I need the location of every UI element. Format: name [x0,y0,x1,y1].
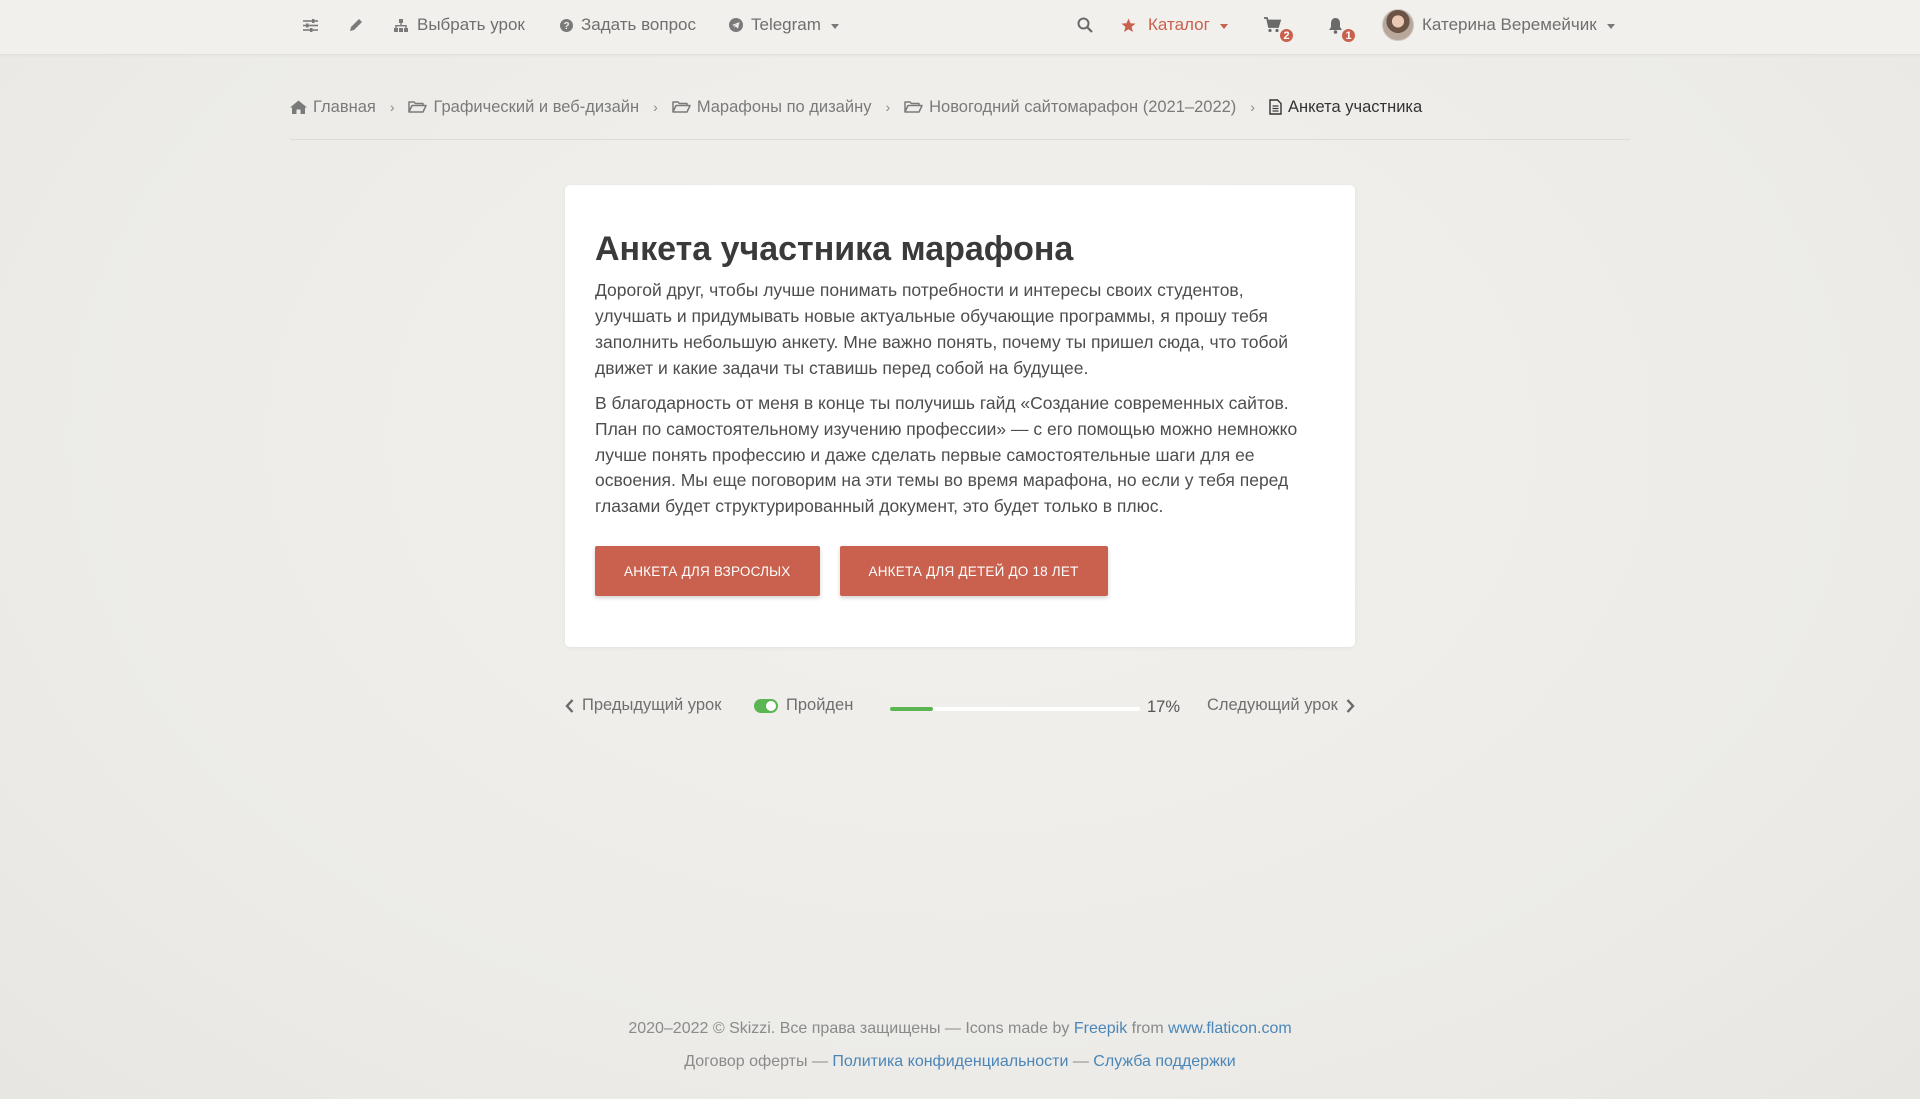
chevron-left-icon [565,698,574,713]
chevron-right-icon [1346,698,1355,713]
flaticon-link[interactable]: www.flaticon.com [1168,1020,1292,1037]
chevron-down-icon [1219,23,1228,29]
dash-text: — [1068,1053,1094,1070]
next-lesson-link[interactable]: Следующий урок [1207,696,1355,715]
breadcrumb-label: Марафоны по дизайну [696,97,872,116]
previous-lesson-label: Предыдущий урок [582,696,722,714]
support-link[interactable]: Служба поддержки [1093,1053,1235,1070]
survey-card: Анкета участника марафона Дорогой друг, … [565,185,1355,647]
notifications-button[interactable]: 1 [1328,0,1357,50]
svg-text:?: ? [563,21,569,32]
breadcrumb-current-label: Анкета участника [1287,97,1423,116]
offer-text: Договор оферты — [684,1053,833,1070]
sliders-icon[interactable] [302,0,319,50]
copyright-text: 2020–2022 © Skizzi. Все права защищены —… [628,1020,1074,1037]
chevron-right-icon: › [653,99,658,115]
star-icon [1121,18,1136,32]
telegram-dropdown[interactable]: Telegram [729,0,839,50]
cart-button[interactable]: 2 [1264,0,1295,50]
divider [290,139,1630,140]
telegram-icon [729,18,743,32]
ask-question-link[interactable]: ? Задать вопрос [560,0,696,50]
question-circle-icon: ? [560,18,573,32]
survey-buttons: Анкета для взрослых Анкета для детей до … [595,546,1108,596]
toggle-switch [754,698,778,713]
catalog-label: Каталог [1148,15,1210,34]
chevron-down-icon [1606,23,1615,29]
from-text: from [1127,1020,1169,1037]
user-name: Катерина Веремейчик [1422,15,1597,34]
sitemap-icon [394,18,408,32]
progress-fill [890,707,933,711]
avatar [1382,9,1414,41]
breadcrumb-item-graphic-design[interactable]: Графический и веб-дизайн [408,98,639,117]
breadcrumb-item-marathons[interactable]: Марафоны по дизайну [672,97,872,117]
ask-question-label: Задать вопрос [581,15,696,34]
lesson-navigation: Предыдущий урок Пройден 17% Следующий ур… [0,696,1920,720]
search-icon [1077,17,1093,33]
home-icon [290,100,307,114]
breadcrumb-label: Новогодний сайтомарафон (2021–2022) [929,97,1237,116]
adult-survey-button[interactable]: Анкета для взрослых [595,546,820,596]
choose-lesson-label: Выбрать урок [417,15,525,34]
document-icon [1269,99,1282,115]
breadcrumb-current: Анкета участника [1269,98,1422,117]
chevron-right-icon: › [885,99,891,115]
notifications-count-badge: 1 [1340,27,1357,44]
breadcrumb-home-label: Главная [313,97,376,116]
progress-percent: 17% [1147,698,1181,716]
folder-open-icon [904,101,923,113]
breadcrumb-home[interactable]: Главная [290,98,376,117]
chevron-right-icon: › [1250,99,1255,115]
next-lesson-label: Следующий урок [1207,696,1338,714]
catalog-dropdown[interactable]: Каталог [1121,0,1228,50]
chevron-down-icon [830,23,839,29]
cart-count-badge: 2 [1278,27,1295,44]
choose-lesson-link[interactable]: Выбрать урок [393,0,525,50]
footer-copyright: 2020–2022 © Skizzi. Все права защищены —… [0,1020,1920,1038]
previous-lesson-link[interactable]: Предыдущий урок [565,696,721,715]
folder-open-icon [408,101,428,113]
kids-survey-button[interactable]: Анкета для детей до 18 лет [839,546,1108,596]
telegram-label: Telegram [751,15,821,34]
search-button[interactable] [1077,0,1093,50]
user-menu-dropdown[interactable]: Катерина Веремейчик [1382,0,1615,50]
breadcrumb-label: Графический и веб-дизайн [433,97,640,116]
privacy-link[interactable]: Политика конфиденциальности [832,1053,1068,1070]
completed-toggle[interactable]: Пройден [754,696,853,715]
pencil-icon[interactable] [348,0,364,50]
breadcrumb: Главная › Графический и веб-дизайн › Мар… [290,92,1422,122]
folder-open-icon [672,101,691,113]
course-progress-bar [890,707,1140,711]
intro-paragraph: Дорогой друг, чтобы лучше понимать потре… [595,280,1289,378]
footer-links: Договор оферты — Политика конфиденциальн… [0,1053,1920,1071]
page-title: Анкета участника марафона [595,230,1074,268]
chevron-right-icon: › [389,99,395,115]
gift-paragraph: В благодарность от меня в конце ты получ… [595,393,1298,517]
breadcrumb-item-new-year-marathon[interactable]: Новогодний сайтомарафон (2021–2022) [904,98,1236,117]
freepik-link[interactable]: Freepik [1074,1020,1127,1037]
completed-label: Пройден [786,696,854,714]
top-navbar: Выбрать урок ? Задать вопрос Telegram Ка… [0,0,1920,55]
